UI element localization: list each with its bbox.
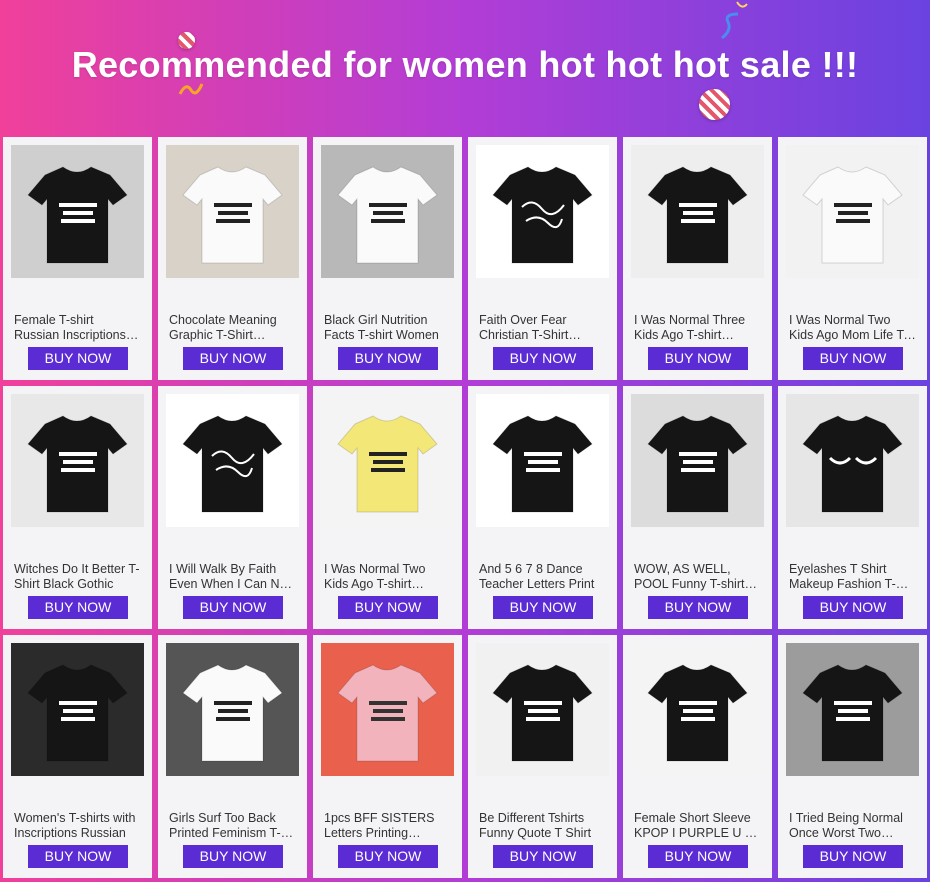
t-shirt-icon — [321, 394, 454, 527]
t-shirt-icon — [166, 394, 299, 527]
product-card[interactable]: Girls Surf Too Back Printed Feminism T-s… — [158, 635, 307, 878]
buy-now-button[interactable]: BUY NOW — [803, 845, 903, 868]
buy-now-button[interactable]: BUY NOW — [493, 347, 593, 370]
product-card[interactable]: Faith Over Fear Christian T-Shirt Women B… — [468, 137, 617, 380]
product-image[interactable] — [11, 145, 144, 278]
product-image[interactable] — [476, 394, 609, 527]
product-grid: Female T-shirt Russian Inscriptions Wome… — [0, 137, 927, 878]
product-title[interactable]: Female T-shirt Russian Inscriptions Wome… — [14, 313, 142, 343]
product-image[interactable] — [11, 643, 144, 776]
product-card[interactable]: Female Short Sleeve KPOP I PURPLE U T-sh… — [623, 635, 772, 878]
t-shirt-icon — [631, 145, 764, 278]
t-shirt-icon — [631, 643, 764, 776]
product-image[interactable] — [786, 394, 919, 527]
buy-now-button[interactable]: BUY NOW — [493, 596, 593, 619]
buy-now-button[interactable]: BUY NOW — [183, 347, 283, 370]
buy-now-button[interactable]: BUY NOW — [183, 596, 283, 619]
t-shirt-icon — [11, 394, 144, 527]
product-title[interactable]: Girls Surf Too Back Printed Feminism T-s… — [169, 811, 297, 841]
product-image[interactable] — [321, 643, 454, 776]
buy-now-button[interactable]: BUY NOW — [648, 596, 748, 619]
buy-now-button[interactable]: BUY NOW — [803, 347, 903, 370]
product-card[interactable]: 1pcs BFF SISTERS Letters Printing Women B… — [313, 635, 462, 878]
product-card[interactable]: I Tried Being Normal Once Worst Two Minu… — [778, 635, 927, 878]
product-title[interactable]: Female Short Sleeve KPOP I PURPLE U T-sh… — [634, 811, 762, 841]
product-card[interactable]: WOW, AS WELL, POOL Funny T-shirt Women BU… — [623, 386, 772, 629]
product-title[interactable]: Faith Over Fear Christian T-Shirt Women — [479, 313, 607, 343]
confetti-ball-icon — [699, 89, 730, 120]
product-image[interactable] — [476, 643, 609, 776]
product-image[interactable] — [321, 145, 454, 278]
product-card[interactable]: I Was Normal Two Kids Ago Mom Life T-shi… — [778, 137, 927, 380]
streamer-icon — [721, 12, 739, 40]
product-title[interactable]: I Will Walk By Faith Even When I Can Not… — [169, 562, 297, 592]
buy-now-button[interactable]: BUY NOW — [803, 596, 903, 619]
product-card[interactable]: Female T-shirt Russian Inscriptions Wome… — [3, 137, 152, 380]
product-card[interactable]: I Will Walk By Faith Even When I Can Not… — [158, 386, 307, 629]
buy-now-button[interactable]: BUY NOW — [28, 845, 128, 868]
product-title[interactable]: I Was Normal Two Kids Ago T-shirt Women — [324, 562, 452, 592]
product-title[interactable]: Women's T-shirts with Inscriptions Russi… — [14, 811, 142, 841]
buy-now-button[interactable]: BUY NOW — [338, 347, 438, 370]
t-shirt-icon — [786, 394, 919, 527]
t-shirt-icon — [321, 145, 454, 278]
product-image[interactable] — [476, 145, 609, 278]
product-image[interactable] — [786, 145, 919, 278]
product-title[interactable]: 1pcs BFF SISTERS Letters Printing Women — [324, 811, 452, 841]
buy-now-button[interactable]: BUY NOW — [28, 347, 128, 370]
t-shirt-icon — [11, 643, 144, 776]
product-image[interactable] — [631, 643, 764, 776]
promo-banner: Recommended for women hot hot hot sale !… — [0, 0, 930, 138]
t-shirt-icon — [476, 394, 609, 527]
buy-now-button[interactable]: BUY NOW — [28, 596, 128, 619]
product-image[interactable] — [786, 643, 919, 776]
buy-now-button[interactable]: BUY NOW — [338, 845, 438, 868]
page-title: Recommended for women hot hot hot sale !… — [71, 44, 859, 85]
buy-now-button[interactable]: BUY NOW — [648, 845, 748, 868]
streamer-icon — [736, 1, 748, 8]
t-shirt-icon — [786, 643, 919, 776]
product-card[interactable]: I Was Normal Three Kids Ago T-shirt Casu… — [623, 137, 772, 380]
buy-now-button[interactable]: BUY NOW — [338, 596, 438, 619]
product-card[interactable]: Eyelashes T Shirt Makeup Fashion T-shirt… — [778, 386, 927, 629]
product-title[interactable]: WOW, AS WELL, POOL Funny T-shirt Women — [634, 562, 762, 592]
buy-now-button[interactable]: BUY NOW — [183, 845, 283, 868]
product-card[interactable]: Women's T-shirts with Inscriptions Russi… — [3, 635, 152, 878]
product-title[interactable]: Black Girl Nutrition Facts T-shirt Women — [324, 313, 452, 343]
t-shirt-icon — [476, 643, 609, 776]
product-image[interactable] — [166, 145, 299, 278]
t-shirt-icon — [166, 643, 299, 776]
buy-now-button[interactable]: BUY NOW — [493, 845, 593, 868]
product-card[interactable]: And 5 6 7 8 Dance Teacher Letters Print B… — [468, 386, 617, 629]
product-title[interactable]: Eyelashes T Shirt Makeup Fashion T-shirt — [789, 562, 917, 592]
product-image[interactable] — [166, 394, 299, 527]
t-shirt-icon — [11, 145, 144, 278]
product-card[interactable]: Black Girl Nutrition Facts T-shirt Women… — [313, 137, 462, 380]
t-shirt-icon — [321, 643, 454, 776]
product-title[interactable]: Chocolate Meaning Graphic T-Shirt Women — [169, 313, 297, 343]
t-shirt-icon — [631, 394, 764, 527]
product-image[interactable] — [631, 145, 764, 278]
product-image[interactable] — [631, 394, 764, 527]
product-image[interactable] — [11, 394, 144, 527]
product-card[interactable]: Chocolate Meaning Graphic T-Shirt Women B… — [158, 137, 307, 380]
t-shirt-icon — [786, 145, 919, 278]
buy-now-button[interactable]: BUY NOW — [648, 347, 748, 370]
product-title[interactable]: And 5 6 7 8 Dance Teacher Letters Print — [479, 562, 607, 592]
product-title[interactable]: I Tried Being Normal Once Worst Two Minu… — [789, 811, 917, 841]
product-title[interactable]: I Was Normal Three Kids Ago T-shirt Casu… — [634, 313, 762, 343]
product-title[interactable]: I Was Normal Two Kids Ago Mom Life T-shi… — [789, 313, 917, 343]
product-card[interactable]: Witches Do It Better T-Shirt Black Gothi… — [3, 386, 152, 629]
product-title[interactable]: Be Different Tshirts Funny Quote T Shirt — [479, 811, 607, 841]
product-image[interactable] — [166, 643, 299, 776]
t-shirt-icon — [166, 145, 299, 278]
t-shirt-icon — [476, 145, 609, 278]
product-title[interactable]: Witches Do It Better T-Shirt Black Gothi… — [14, 562, 142, 592]
product-image[interactable] — [321, 394, 454, 527]
product-card[interactable]: I Was Normal Two Kids Ago T-shirt Women B… — [313, 386, 462, 629]
product-card[interactable]: Be Different Tshirts Funny Quote T Shirt… — [468, 635, 617, 878]
